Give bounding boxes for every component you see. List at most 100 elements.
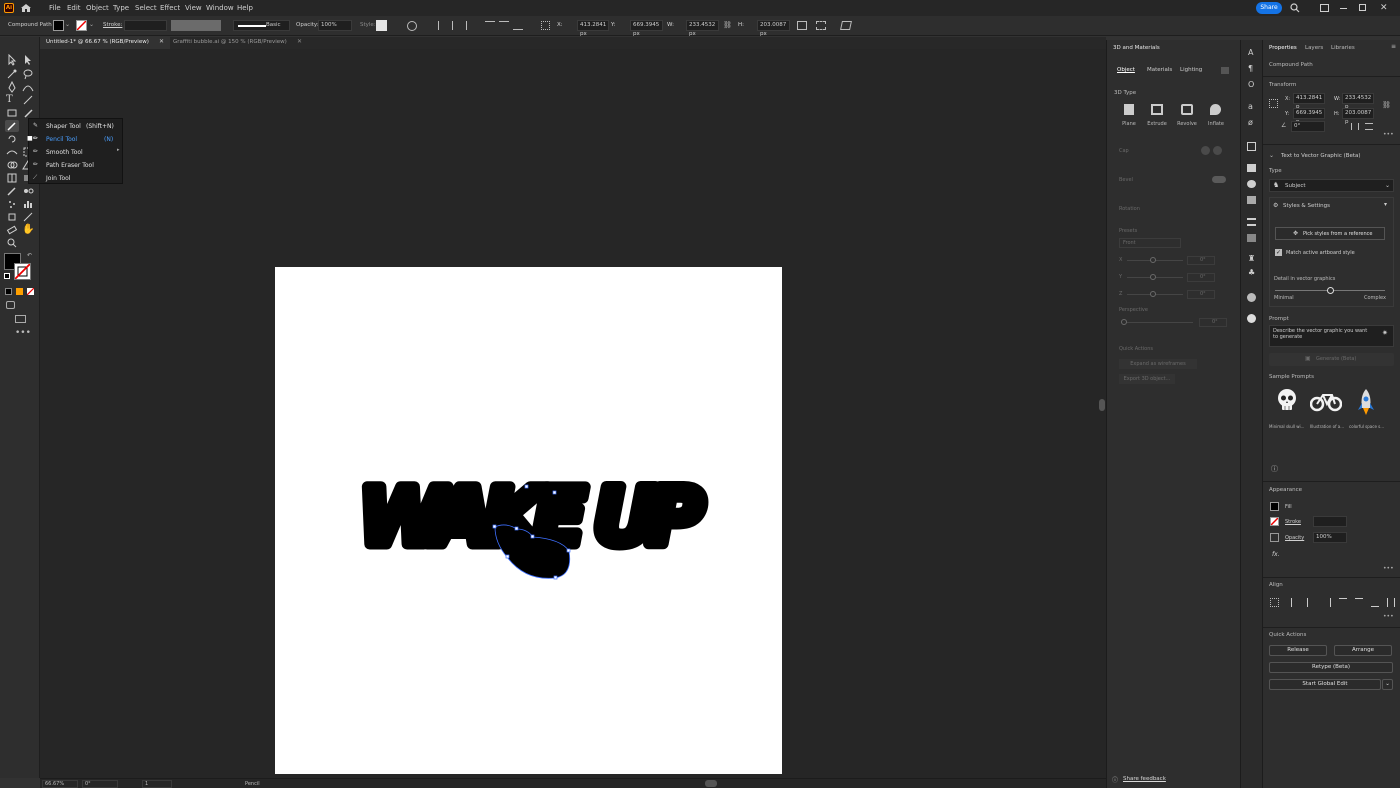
y-rotation-input[interactable]: 0°	[1187, 273, 1215, 282]
graph-tool-icon[interactable]	[22, 198, 36, 210]
transform-icon[interactable]	[797, 21, 807, 30]
char-styles-icon[interactable]: a	[1248, 102, 1253, 111]
pick-styles-button[interactable]: ✥ Pick styles from a reference	[1275, 227, 1385, 240]
magic-wand-tool-icon[interactable]	[6, 68, 20, 80]
paragraph-panel-icon[interactable]: ¶	[1248, 64, 1253, 73]
artboard-tool-icon[interactable]	[6, 211, 20, 223]
more-options-icon[interactable]: •••	[1383, 613, 1394, 620]
z-rotation-input[interactable]: 0°	[1187, 290, 1215, 299]
opacity-input[interactable]: 100%	[1313, 532, 1347, 543]
stroke-weight-input[interactable]	[1313, 516, 1347, 527]
y-input[interactable]: 669.3945 p	[1293, 108, 1325, 125]
align-left-icon[interactable]	[1291, 598, 1299, 607]
panel-menu-icon[interactable]: ≡	[1391, 43, 1396, 50]
x-rotation-slider[interactable]	[1127, 257, 1183, 263]
symbols-icon[interactable]: ♣	[1248, 268, 1255, 277]
stroke-label[interactable]: Stroke	[1285, 519, 1301, 525]
release-button[interactable]: Release	[1269, 645, 1327, 656]
z-rotation-slider[interactable]	[1127, 291, 1183, 297]
perspective-slider[interactable]	[1121, 319, 1193, 325]
tab-lighting[interactable]: Lighting	[1180, 67, 1202, 73]
shape-builder-tool-icon[interactable]	[6, 159, 20, 171]
perspective-input[interactable]: 0°	[1199, 318, 1227, 327]
align-middle-icon[interactable]	[499, 21, 509, 30]
lightbulb-icon[interactable]: ✷	[1382, 329, 1388, 337]
menu-object[interactable]: Object	[86, 4, 109, 12]
brush-definition-dropdown[interactable]: Basic	[233, 20, 290, 31]
variable-width-profile[interactable]	[171, 20, 221, 31]
extrude-button[interactable]: Extrude	[1145, 104, 1169, 132]
fx-button[interactable]: fx.	[1272, 551, 1280, 558]
align-bottom-icon[interactable]	[1371, 598, 1379, 607]
bevel-toggle[interactable]	[1212, 176, 1226, 183]
graphic-styles-icon[interactable]	[1247, 293, 1256, 302]
isolate-icon[interactable]	[816, 21, 826, 30]
rotate-input[interactable]: 0°	[1291, 121, 1325, 132]
tab-object[interactable]: Object	[1117, 67, 1135, 73]
type-tool-icon[interactable]: T	[6, 94, 20, 106]
menu-edit[interactable]: Edit	[67, 4, 81, 12]
vertical-scrollbar[interactable]	[1098, 49, 1106, 778]
styles-settings-label[interactable]: Styles & Settings	[1283, 203, 1330, 209]
rotation-field[interactable]: 0°	[82, 780, 118, 788]
color-mode-icon[interactable]	[5, 288, 12, 295]
gradient-mode-icon[interactable]	[16, 288, 23, 295]
slice-tool-icon[interactable]	[22, 211, 36, 223]
tearoff-arrow-icon[interactable]: ▸	[117, 147, 120, 153]
arrange-button[interactable]: Arrange	[1334, 645, 1392, 656]
flyout-item-pencil-tool[interactable]: ■ ✏ Pencil Tool (N)	[27, 134, 122, 145]
align-left-icon[interactable]	[438, 21, 448, 30]
arrange-documents-icon[interactable]	[1320, 4, 1329, 12]
rectangle-tool-icon[interactable]	[6, 107, 20, 119]
generate-button[interactable]: ▣ Generate (Beta)	[1269, 353, 1394, 366]
width-tool-icon[interactable]	[6, 146, 20, 158]
eraser-tool-icon[interactable]	[6, 224, 20, 236]
opentype-panel-icon[interactable]: O	[1248, 80, 1254, 89]
pen-tool-icon[interactable]	[6, 80, 20, 93]
w-input[interactable]: 233.4532 p	[1342, 93, 1374, 110]
cap-toggle-icon[interactable]	[1201, 146, 1210, 155]
scroll-thumb[interactable]	[1099, 399, 1105, 411]
zoom-field[interactable]: 66.67%	[42, 780, 78, 788]
swatches-icon[interactable]	[1247, 164, 1256, 172]
revolve-button[interactable]: Revolve	[1174, 104, 1200, 132]
detail-slider-thumb[interactable]	[1327, 287, 1334, 294]
detail-slider[interactable]	[1275, 287, 1385, 294]
link-icon[interactable]: ⛓	[723, 21, 732, 30]
plane-button[interactable]: Plane	[1119, 104, 1139, 132]
chevron-down-icon[interactable]: ⌄	[89, 21, 94, 28]
tab-layers[interactable]: Layers	[1305, 45, 1323, 51]
menu-file[interactable]: File	[49, 4, 61, 12]
transform-reference-icon[interactable]	[541, 21, 550, 30]
screen-mode-icon[interactable]	[15, 315, 26, 323]
direct-selection-tool-icon[interactable]	[22, 54, 36, 66]
stroke-swatch[interactable]	[1270, 517, 1279, 526]
more-options-icon[interactable]: •••	[1383, 131, 1394, 138]
mesh-tool-icon[interactable]	[6, 172, 20, 184]
share-button[interactable]: Share	[1256, 2, 1282, 14]
flyout-item-join-tool[interactable]: ⟋ Join Tool	[29, 173, 122, 184]
retype-button[interactable]: Retype (Beta)	[1269, 662, 1393, 673]
align-center-icon[interactable]	[452, 21, 462, 30]
default-fill-stroke-icon[interactable]	[4, 273, 10, 279]
draw-mode-icon[interactable]	[6, 301, 15, 309]
home-icon[interactable]	[20, 3, 32, 13]
render-toggle-icon[interactable]	[1221, 67, 1229, 74]
match-artboard-checkbox[interactable]: ✓	[1275, 249, 1282, 256]
envelope-icon[interactable]	[840, 21, 852, 30]
character-panel-icon[interactable]: A	[1248, 48, 1253, 57]
pencil-tool-icon[interactable]	[5, 120, 19, 132]
edit-toolbar-icon[interactable]: •••	[15, 328, 31, 338]
tab-libraries[interactable]: Libraries	[1331, 45, 1355, 51]
gradient-panel-icon[interactable]	[1247, 196, 1256, 204]
sample-skull-card[interactable]: Minimal skull wi...	[1269, 386, 1305, 434]
y-input[interactable]: 669.3945 px	[630, 20, 663, 37]
menu-view[interactable]: View	[185, 4, 202, 12]
align-top-icon[interactable]	[1339, 598, 1347, 607]
canvas-area[interactable]: WAKE UP	[40, 49, 1106, 778]
more-options-icon[interactable]: •••	[1383, 565, 1394, 572]
expand-wireframes-button[interactable]: Expand as wireframes	[1119, 359, 1197, 369]
h-input[interactable]: 203.0087 p	[1342, 108, 1374, 125]
x-input[interactable]: 413.2841 p	[1293, 93, 1325, 110]
flip-horizontal-icon[interactable]	[1351, 123, 1359, 130]
